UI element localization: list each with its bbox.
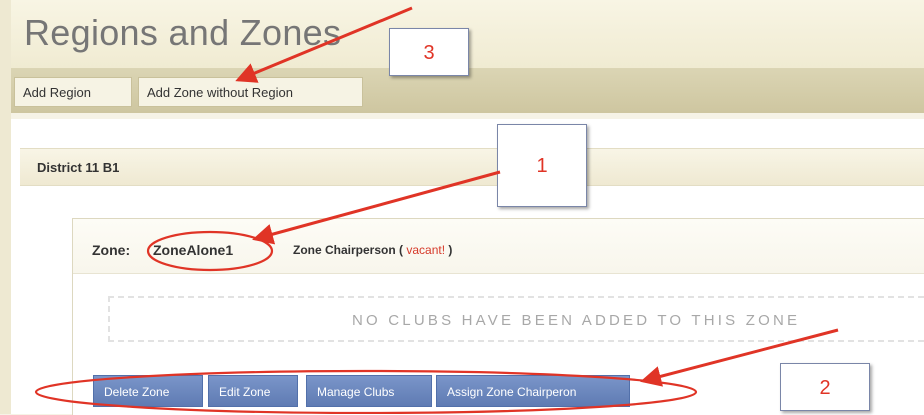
- chair-status: vacant!: [406, 243, 446, 257]
- callout-1: 1: [497, 124, 587, 207]
- empty-clubs-message: NO CLUBS HAVE BEEN ADDED TO THIS ZONE: [352, 312, 801, 329]
- delete-zone-button[interactable]: Delete Zone: [93, 375, 203, 407]
- zone-name: ZoneAlone1: [153, 242, 234, 258]
- add-zone-without-region-button[interactable]: Add Zone without Region: [138, 77, 363, 107]
- chair-label-text: Zone Chairperson (: [293, 243, 404, 257]
- assign-zone-chairperson-button[interactable]: Assign Zone Chairperon: [436, 375, 630, 407]
- chair-label-close: ): [448, 243, 453, 257]
- edit-zone-button[interactable]: Edit Zone: [208, 375, 298, 407]
- left-edge: [0, 0, 11, 414]
- page-title: Regions and Zones: [24, 12, 342, 53]
- district-bar: [20, 148, 924, 186]
- zone-prefix: Zone:: [92, 242, 131, 258]
- district-name: District 11 B1: [37, 160, 120, 175]
- zone-chairperson-label: Zone Chairperson ( vacant! ): [293, 243, 452, 257]
- callout-3: 3: [389, 28, 469, 76]
- manage-clubs-button[interactable]: Manage Clubs: [306, 375, 432, 407]
- callout-2: 2: [780, 363, 870, 411]
- add-region-button[interactable]: Add Region: [14, 77, 132, 107]
